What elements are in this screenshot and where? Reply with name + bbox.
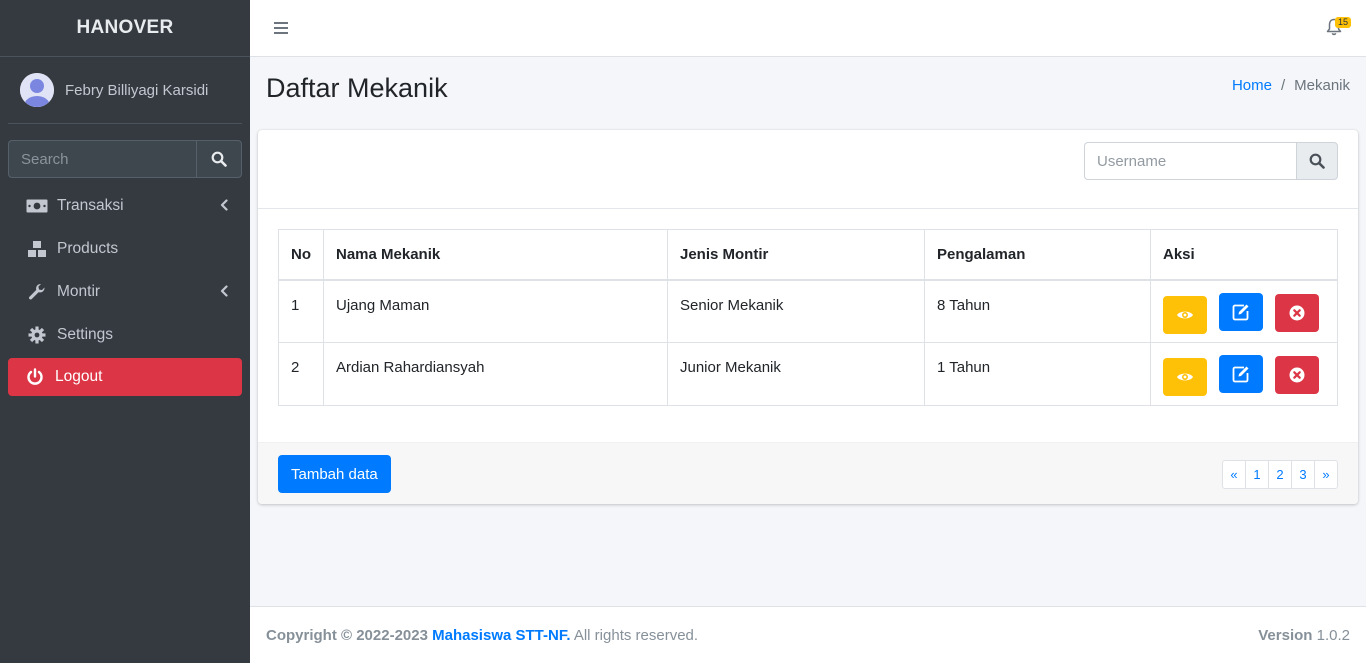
table-header-row: No Nama Mekanik Jenis Montir Pengalaman … xyxy=(278,229,1338,281)
eye-icon xyxy=(1177,311,1193,318)
pagination: « 1 2 3 » xyxy=(1222,460,1338,489)
view-button[interactable] xyxy=(1163,295,1207,334)
column-header-no: No xyxy=(278,229,324,281)
column-header-jenis: Jenis Montir xyxy=(667,229,925,281)
sidebar-search-button[interactable] xyxy=(196,140,242,178)
sidebar-item-label: Transaksi xyxy=(57,197,124,214)
copyright-text: Copyright © 2022-2023 xyxy=(266,627,428,644)
logout-button[interactable]: Logout xyxy=(8,358,242,396)
cell-no: 2 xyxy=(278,342,324,406)
menu-toggle-button[interactable] xyxy=(274,21,288,39)
cell-no: 1 xyxy=(278,279,324,343)
column-header-nama: Nama Mekanik xyxy=(323,229,668,281)
edit-icon xyxy=(1232,304,1249,320)
sidebar-item-label: Products xyxy=(57,240,119,257)
column-header-pengalaman: Pengalaman xyxy=(924,229,1151,281)
version-label: Version xyxy=(1258,627,1313,644)
search-icon xyxy=(211,151,227,167)
wrench-icon xyxy=(26,282,48,302)
avatar[interactable] xyxy=(20,73,54,107)
top-navbar: 15 xyxy=(250,0,1366,57)
delete-button[interactable] xyxy=(1275,356,1319,394)
table-row: 1 Ujang Maman Senior Mekanik 8 Tahun xyxy=(278,279,1338,343)
chevron-left-icon xyxy=(220,285,228,297)
cell-pengalaman: 1 Tahun xyxy=(924,342,1151,406)
close-circle-icon xyxy=(1289,367,1305,383)
sidebar-item-label: Settings xyxy=(57,326,114,343)
cell-aksi xyxy=(1150,279,1338,343)
eye-icon xyxy=(1177,373,1193,381)
edit-button[interactable] xyxy=(1219,292,1263,331)
notification-badge: 15 xyxy=(1335,17,1352,28)
power-icon xyxy=(24,367,46,387)
username-search: Username xyxy=(1084,142,1338,180)
breadcrumb: Home / Mekanik xyxy=(1232,77,1350,94)
view-button[interactable] xyxy=(1163,358,1207,396)
gear-icon xyxy=(26,325,48,345)
page-3[interactable]: 3 xyxy=(1291,460,1315,489)
delete-button[interactable] xyxy=(1275,293,1319,332)
cell-aksi xyxy=(1150,342,1338,406)
user-avatar-icon xyxy=(20,73,54,107)
sidebar-item-transaksi[interactable]: Transaksi xyxy=(8,185,242,227)
sidebar: HANOVER Febry Billiyagi Karsidi Search T… xyxy=(0,0,250,663)
footer-copyright: Copyright © 2022-2023 Mahasiswa STT-NF. … xyxy=(266,627,698,644)
brand-logo[interactable]: HANOVER xyxy=(0,0,250,57)
sidebar-search-input[interactable]: Search xyxy=(8,140,196,178)
version-number: 1.0.2 xyxy=(1316,627,1350,644)
edit-icon xyxy=(1232,366,1249,383)
cell-jenis: Junior Mekanik xyxy=(667,342,925,406)
breadcrumb-current: Mekanik xyxy=(1294,77,1350,94)
page-2[interactable]: 2 xyxy=(1268,460,1292,489)
username-search-input[interactable]: Username xyxy=(1084,142,1296,180)
mekanik-table: No Nama Mekanik Jenis Montir Pengalaman … xyxy=(278,229,1338,406)
card-header: Username xyxy=(258,130,1358,209)
breadcrumb-separator: / xyxy=(1280,77,1286,94)
page-next[interactable]: » xyxy=(1314,460,1338,489)
user-name[interactable]: Febry Billiyagi Karsidi xyxy=(65,82,208,99)
org-link[interactable]: Mahasiswa STT-NF. xyxy=(432,627,570,644)
page-prev[interactable]: « xyxy=(1222,460,1246,489)
mekanik-card: Username No Nama Mekanik Jenis Montir Pe… xyxy=(258,130,1358,504)
page-footer: Copyright © 2022-2023 Mahasiswa STT-NF. … xyxy=(250,606,1366,663)
search-icon xyxy=(1309,153,1325,169)
edit-button[interactable] xyxy=(1219,355,1263,393)
sidebar-nav: Transaksi Products Montir Settings Logou… xyxy=(8,185,242,397)
cell-nama: Ujang Maman xyxy=(323,279,668,343)
card-footer: Tambah data « 1 2 3 » xyxy=(258,442,1358,504)
cubes-icon xyxy=(26,239,48,259)
sidebar-item-settings[interactable]: Settings xyxy=(8,314,242,356)
table-row: 2 Ardian Rahardiansyah Junior Mekanik 1 … xyxy=(278,342,1338,406)
cell-nama: Ardian Rahardiansyah xyxy=(323,342,668,406)
close-circle-icon xyxy=(1289,305,1305,320)
sidebar-item-products[interactable]: Products xyxy=(8,228,242,270)
footer-version: Version 1.0.2 xyxy=(1258,627,1350,644)
page-1[interactable]: 1 xyxy=(1245,460,1269,489)
column-header-aksi: Aksi xyxy=(1150,229,1338,281)
breadcrumb-home-link[interactable]: Home xyxy=(1232,77,1272,94)
sidebar-search: Search xyxy=(8,140,242,178)
logout-label: Logout xyxy=(55,368,103,385)
add-data-button[interactable]: Tambah data xyxy=(278,455,391,493)
hamburger-icon xyxy=(274,22,288,34)
chevron-left-icon xyxy=(220,199,228,211)
rights-text: All rights reserved. xyxy=(573,627,699,644)
username-search-button[interactable] xyxy=(1296,142,1338,180)
page-title: Daftar Mekanik xyxy=(266,73,448,103)
user-panel[interactable]: Febry Billiyagi Karsidi xyxy=(8,57,242,124)
money-bill-icon xyxy=(26,196,48,216)
sidebar-item-montir[interactable]: Montir xyxy=(8,271,242,313)
cell-jenis: Senior Mekanik xyxy=(667,279,925,343)
cell-pengalaman: 8 Tahun xyxy=(924,279,1151,343)
sidebar-item-label: Montir xyxy=(57,283,101,300)
